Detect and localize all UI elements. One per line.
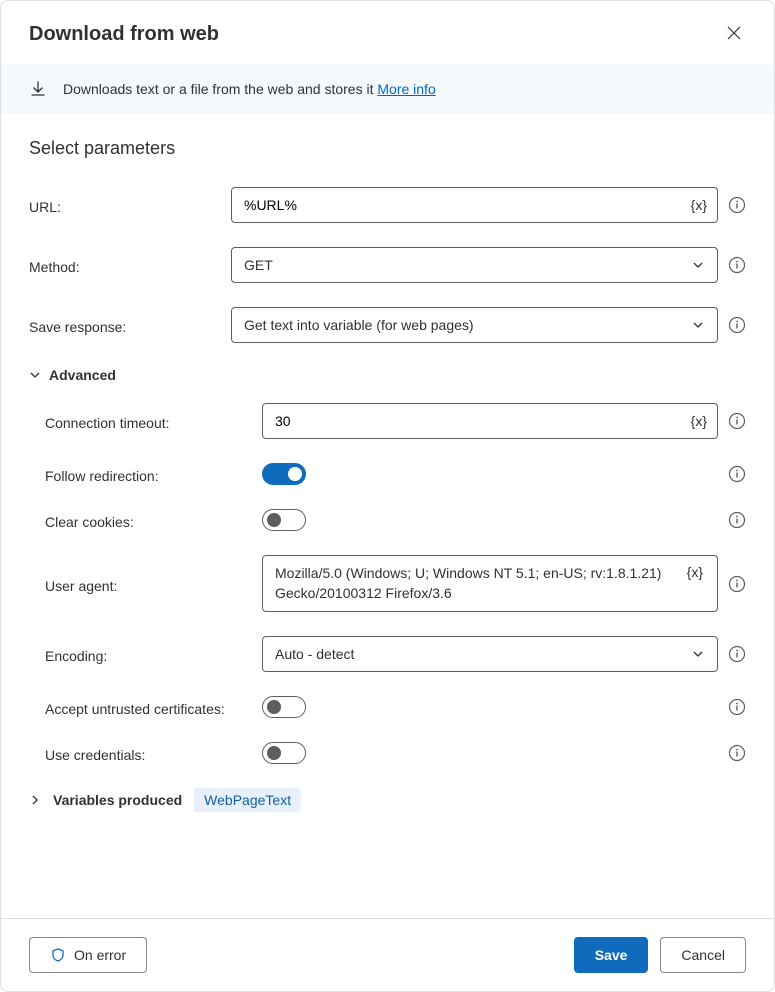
shield-icon [50,947,66,963]
info-banner: Downloads text or a file from the web an… [1,64,774,114]
on-error-label: On error [74,947,126,963]
dialog: Download from web Downloads text or a fi… [0,0,775,992]
info-icon[interactable] [728,698,746,716]
info-icon[interactable] [728,465,746,483]
label-method: Method: [29,255,219,275]
cancel-label: Cancel [681,947,725,963]
chevron-right-icon [29,794,41,806]
close-button[interactable] [722,21,746,48]
save-response-value: Get text into variable (for web pages) [244,317,691,333]
label-clear-cookies: Clear cookies: [45,510,250,530]
connection-timeout-input[interactable] [263,405,681,437]
method-select[interactable]: GET [231,247,718,283]
var-token-icon[interactable]: {x} [681,413,717,429]
label-accept-untrusted: Accept untrusted certificates: [45,697,250,717]
chevron-down-icon [691,647,705,661]
info-icon[interactable] [728,412,746,430]
var-token-icon[interactable]: {x} [681,197,717,213]
toggle-knob [267,513,281,527]
dialog-body: Select parameters URL: {x} Method: GET [1,114,774,918]
row-accept-untrusted: Accept untrusted certificates: [45,696,746,718]
section-title: Select parameters [29,138,746,159]
advanced-toggle[interactable]: Advanced [29,367,746,383]
follow-redirection-toggle[interactable] [262,463,306,485]
toggle-knob [288,467,302,481]
toggle-knob [267,700,281,714]
row-url: URL: {x} [29,187,746,223]
chevron-down-icon [29,369,41,381]
label-save-response: Save response: [29,315,219,335]
banner-desc: Downloads text or a file from the web an… [63,81,377,97]
url-input-wrap[interactable]: {x} [231,187,718,223]
advanced-label: Advanced [49,367,116,383]
dialog-footer: On error Save Cancel [1,918,774,991]
method-value: GET [244,257,691,273]
chevron-down-icon [691,318,705,332]
on-error-button[interactable]: On error [29,937,147,973]
save-button[interactable]: Save [574,937,649,973]
row-encoding: Encoding: Auto - detect [45,636,746,672]
info-banner-text: Downloads text or a file from the web an… [63,81,436,97]
info-icon[interactable] [728,256,746,274]
info-icon[interactable] [728,744,746,762]
encoding-select[interactable]: Auto - detect [262,636,718,672]
variables-produced-row[interactable]: Variables produced WebPageText [29,788,746,812]
download-icon [29,80,47,98]
connection-timeout-input-wrap[interactable]: {x} [262,403,718,439]
info-icon[interactable] [728,196,746,214]
label-url: URL: [29,195,219,215]
variables-produced-label: Variables produced [53,792,182,808]
more-info-link[interactable]: More info [377,81,435,97]
url-input[interactable] [232,189,681,221]
info-icon[interactable] [728,645,746,663]
label-use-credentials: Use credentials: [45,743,250,763]
user-agent-input[interactable]: Mozilla/5.0 (Windows; U; Windows NT 5.1;… [275,564,677,603]
label-user-agent: User agent: [45,574,250,594]
var-token-icon[interactable]: {x} [677,564,713,580]
dialog-title: Download from web [29,23,219,46]
row-follow-redirection: Follow redirection: [45,463,746,485]
toggle-knob [267,746,281,760]
accept-untrusted-toggle[interactable] [262,696,306,718]
label-encoding: Encoding: [45,644,250,664]
row-method: Method: GET [29,247,746,283]
save-label: Save [595,947,628,963]
row-clear-cookies: Clear cookies: [45,509,746,531]
clear-cookies-toggle[interactable] [262,509,306,531]
variable-pill[interactable]: WebPageText [194,788,301,812]
cancel-button[interactable]: Cancel [660,937,746,973]
footer-actions: Save Cancel [574,937,746,973]
label-connection-timeout: Connection timeout: [45,411,250,431]
info-icon[interactable] [728,575,746,593]
dialog-header: Download from web [1,1,774,64]
row-save-response: Save response: Get text into variable (f… [29,307,746,343]
row-user-agent: User agent: Mozilla/5.0 (Windows; U; Win… [45,555,746,612]
info-icon[interactable] [728,316,746,334]
encoding-value: Auto - detect [275,646,691,662]
label-follow-redirection: Follow redirection: [45,464,250,484]
close-icon [726,25,742,41]
row-use-credentials: Use credentials: [45,742,746,764]
chevron-down-icon [691,258,705,272]
user-agent-input-wrap[interactable]: Mozilla/5.0 (Windows; U; Windows NT 5.1;… [262,555,718,612]
row-connection-timeout: Connection timeout: {x} [45,403,746,439]
advanced-body: Connection timeout: {x} Follow redirecti… [29,403,746,764]
save-response-select[interactable]: Get text into variable (for web pages) [231,307,718,343]
info-icon[interactable] [728,511,746,529]
use-credentials-toggle[interactable] [262,742,306,764]
